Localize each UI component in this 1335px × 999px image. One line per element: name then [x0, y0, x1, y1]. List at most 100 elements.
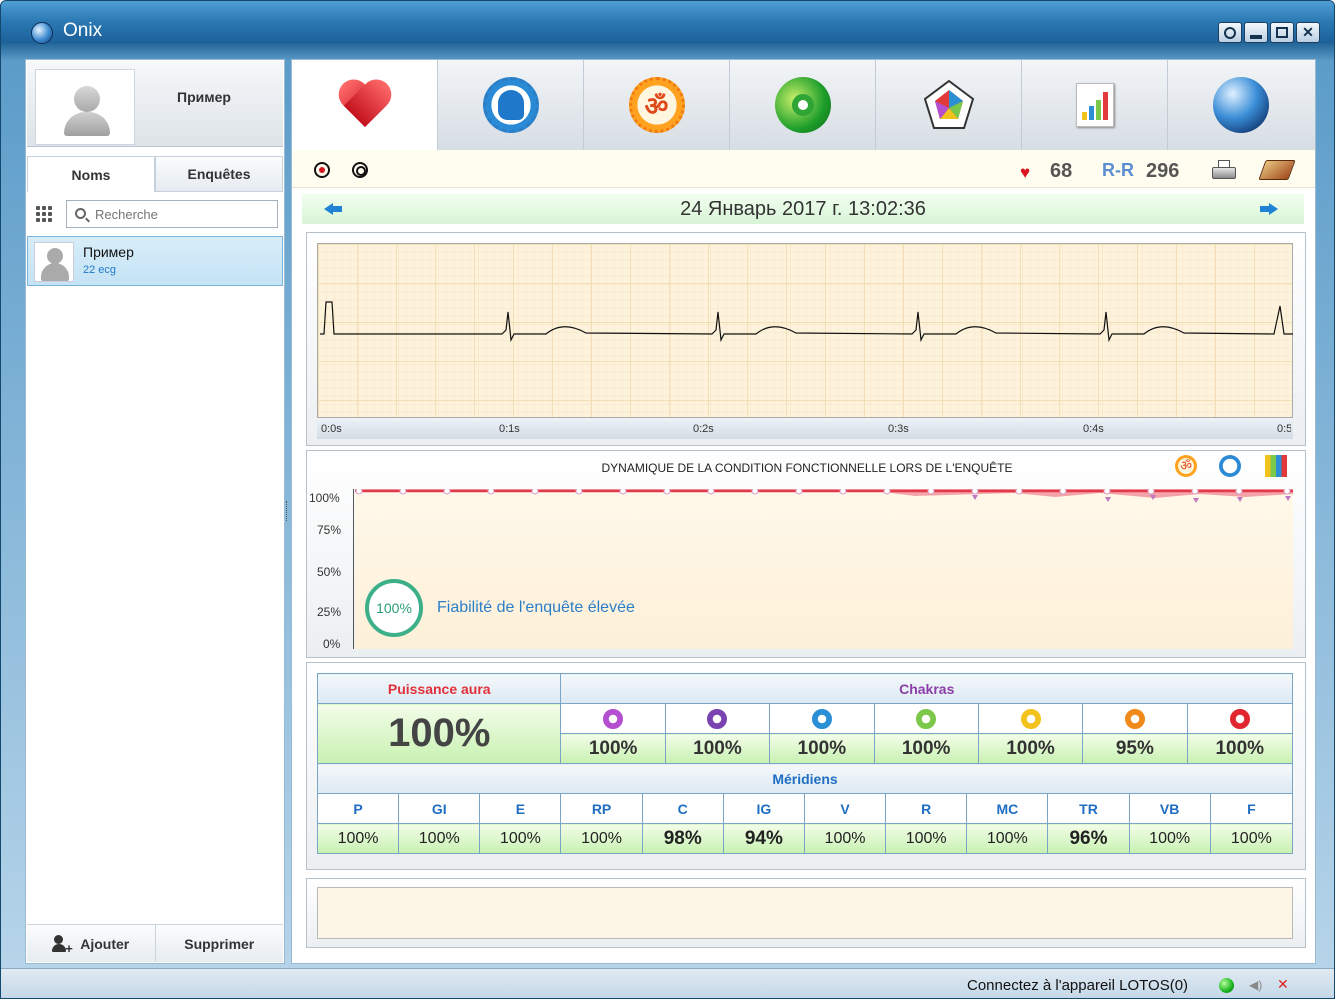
- tab-om[interactable]: ॐ: [584, 60, 730, 150]
- chakra-icon-cell: [664, 703, 771, 734]
- main-panel: ॐ ♥ 68 R-R 296 24 Январь 2017 г. 13:02:3…: [291, 59, 1316, 964]
- meridian-value: 100%: [398, 823, 481, 854]
- tab-yin-yang[interactable]: [730, 60, 876, 150]
- meridian-name: E: [479, 793, 562, 824]
- speaker-icon[interactable]: ◀︎): [1249, 978, 1267, 992]
- list-item-name: Пример: [83, 244, 134, 260]
- profile-name: Пример: [177, 89, 231, 105]
- notes-panel: [306, 878, 1306, 948]
- reliability-text: Fiabilité de l'enquête élevée: [437, 599, 635, 616]
- dynamics-plot: [355, 487, 1293, 649]
- bar-chart-icon[interactable]: [1265, 455, 1287, 477]
- app-window: Onix ✕ Пример Noms Enquêtes Пример: [0, 0, 1335, 999]
- app-title: Onix: [63, 20, 103, 41]
- search-icon: [75, 208, 86, 219]
- meridian-value: 100%: [885, 823, 968, 854]
- meridian-value: 94%: [722, 823, 805, 854]
- record-series-icon[interactable]: [352, 162, 368, 178]
- heart-rate-value: 68: [1050, 160, 1073, 182]
- y-tick: 0%: [323, 637, 341, 651]
- chakra-2-icon: [707, 708, 728, 729]
- chakra-7-icon: [1229, 708, 1250, 729]
- next-arrow-icon[interactable]: [1260, 203, 1278, 215]
- meridian-name: F: [1209, 793, 1294, 824]
- book-icon[interactable]: [1258, 160, 1296, 180]
- chakra-value: 100%: [977, 733, 1084, 764]
- chakra-value: 100%: [664, 733, 771, 764]
- delete-button[interactable]: Supprimer: [154, 925, 283, 962]
- tab-pentagon[interactable]: [876, 60, 1022, 150]
- chakra-1-icon: [603, 708, 624, 729]
- record-date: 24 Январь 2017 г. 13:02:36: [680, 198, 926, 220]
- search-input[interactable]: [95, 204, 270, 224]
- minimize-button[interactable]: [1244, 22, 1268, 43]
- sidebar: Пример Noms Enquêtes Пример 22 ecg Ajout…: [25, 59, 285, 964]
- energy-table: Puissance aura Chakras 100% 100% 100% 100%…: [316, 673, 1294, 854]
- search-row: [34, 200, 284, 228]
- maximize-button[interactable]: [1270, 22, 1294, 43]
- tab-globe[interactable]: [1168, 60, 1314, 150]
- close-button[interactable]: ✕: [1296, 22, 1320, 43]
- heart-ecg-icon: [337, 81, 393, 129]
- ecg-tick: 0:0s: [321, 423, 342, 435]
- record-icon[interactable]: [314, 162, 330, 178]
- connection-status: Connectez à l'appareil LOTOS(0): [967, 977, 1189, 994]
- om-icon[interactable]: ॐ: [1175, 455, 1197, 477]
- pentagon-chart-icon: [922, 78, 976, 132]
- list-item[interactable]: Пример 22 ecg: [27, 236, 283, 286]
- chakra-5-icon: [1020, 708, 1041, 729]
- meridian-value: 100%: [803, 823, 887, 854]
- chakra-6-icon: [1124, 708, 1145, 729]
- y-tick: 25%: [317, 605, 342, 619]
- tab-head[interactable]: [438, 60, 584, 150]
- chakra-value: 100%: [873, 733, 979, 764]
- meridian-name: RP: [560, 793, 643, 824]
- tab-heart[interactable]: [292, 60, 438, 150]
- options-button[interactable]: [1218, 22, 1242, 43]
- profile-header[interactable]: Пример: [27, 61, 283, 147]
- aura-value-cell: 100%: [316, 703, 562, 764]
- chakra-icon-cell: [769, 703, 875, 734]
- meridian-name: VB: [1128, 793, 1211, 824]
- chakra-icon-cell: [977, 703, 1084, 734]
- chakra-value: 100%: [1186, 733, 1294, 764]
- chakra-icon-cell: [560, 703, 666, 734]
- reliability-ring: 100%: [365, 579, 423, 637]
- sidebar-tabs: Noms Enquêtes: [27, 156, 283, 192]
- app-logo-icon: [31, 22, 53, 44]
- meridian-value: 96%: [1047, 823, 1130, 854]
- meridian-value: 100%: [316, 823, 400, 854]
- chakra-icon-cell: [873, 703, 979, 734]
- tab-noms[interactable]: Noms: [27, 156, 155, 192]
- avatar: [35, 69, 135, 145]
- chakra-4-icon: [916, 708, 937, 729]
- meridian-value: 100%: [560, 823, 643, 854]
- title-bar: Onix ✕: [1, 1, 1334, 44]
- printer-icon[interactable]: [1212, 160, 1236, 180]
- meridian-name: V: [803, 793, 887, 824]
- meridian-name: TR: [1047, 793, 1130, 824]
- meridian-value: 100%: [479, 823, 562, 854]
- mute-icon[interactable]: ✕: [1277, 976, 1289, 993]
- grid-menu-icon[interactable]: [36, 206, 52, 222]
- ecg-tick: 0:2s: [693, 423, 714, 435]
- notes-box[interactable]: [317, 887, 1293, 939]
- energy-table-panel: Puissance aura Chakras 100% 100% 100% 100%…: [306, 662, 1306, 870]
- rr-label: R-R: [1102, 160, 1134, 180]
- meridians-header: Méridiens: [317, 763, 1293, 794]
- date-navigation: 24 Январь 2017 г. 13:02:36: [302, 194, 1304, 224]
- chakras-header: Chakras: [560, 673, 1293, 704]
- add-button[interactable]: Ajouter: [27, 925, 155, 962]
- om-icon: ॐ: [628, 77, 685, 133]
- splitter-handle[interactable]: [286, 501, 289, 521]
- tab-statistics[interactable]: [1022, 60, 1168, 150]
- measure-bar: ♥ 68 R-R 296: [292, 150, 1315, 188]
- avatar: [34, 242, 74, 282]
- ecg-trace: [320, 301, 1293, 343]
- meridian-name: GI: [398, 793, 481, 824]
- tab-enquetes[interactable]: Enquêtes: [155, 156, 283, 192]
- meridian-value: 100%: [1128, 823, 1211, 854]
- bar-chart-icon: [1075, 83, 1114, 127]
- ecg-plot: [317, 243, 1293, 418]
- head-profile-icon[interactable]: [1219, 455, 1241, 477]
